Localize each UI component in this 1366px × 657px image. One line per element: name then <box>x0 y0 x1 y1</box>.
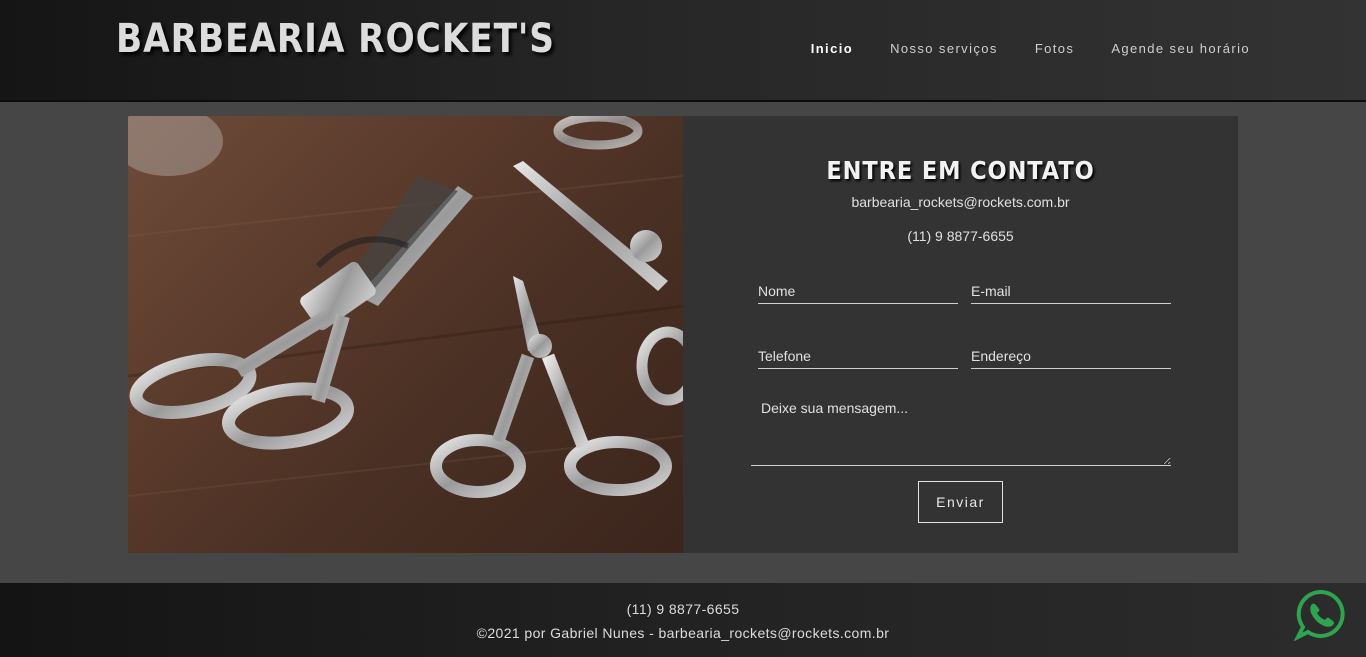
nav-item-fotos[interactable]: Fotos <box>1035 41 1075 56</box>
scissors-illustration <box>128 116 683 498</box>
contact-email[interactable]: barbearia_rockets@rockets.com.br <box>683 194 1238 210</box>
nav-item-inicio[interactable]: Inicio <box>811 41 853 56</box>
message-textarea[interactable] <box>751 392 1171 466</box>
send-button[interactable]: Enviar <box>918 481 1003 523</box>
address-input[interactable] <box>971 343 1171 369</box>
main-nav: Inicio Nosso serviços Fotos Agende seu h… <box>811 41 1250 56</box>
footer-copyright: ©2021 por Gabriel Nunes - barbearia_rock… <box>476 625 890 641</box>
contact-phone[interactable]: (11) 9 8877-6655 <box>683 228 1238 244</box>
site-header: BARBEARIA ROCKET'S Inicio Nosso serviços… <box>0 0 1366 102</box>
contact-section: ENTRE EM CONTATO barbearia_rockets@rocke… <box>128 116 1238 553</box>
whatsapp-icon[interactable] <box>1293 589 1346 642</box>
nav-item-agende[interactable]: Agende seu horário <box>1111 41 1250 56</box>
footer-phone: (11) 9 8877-6655 <box>626 601 740 617</box>
contact-panel: ENTRE EM CONTATO barbearia_rockets@rocke… <box>683 116 1238 553</box>
phone-input[interactable] <box>758 343 958 369</box>
brand-logo[interactable]: BARBEARIA ROCKET'S <box>116 16 555 62</box>
scissors-photo <box>128 116 683 553</box>
site-footer: (11) 9 8877-6655 ©2021 por Gabriel Nunes… <box>0 583 1366 657</box>
contact-title: ENTRE EM CONTATO <box>826 156 1095 185</box>
nav-item-servicos[interactable]: Nosso serviços <box>890 41 998 56</box>
name-input[interactable] <box>758 278 958 304</box>
email-input[interactable] <box>971 278 1171 304</box>
